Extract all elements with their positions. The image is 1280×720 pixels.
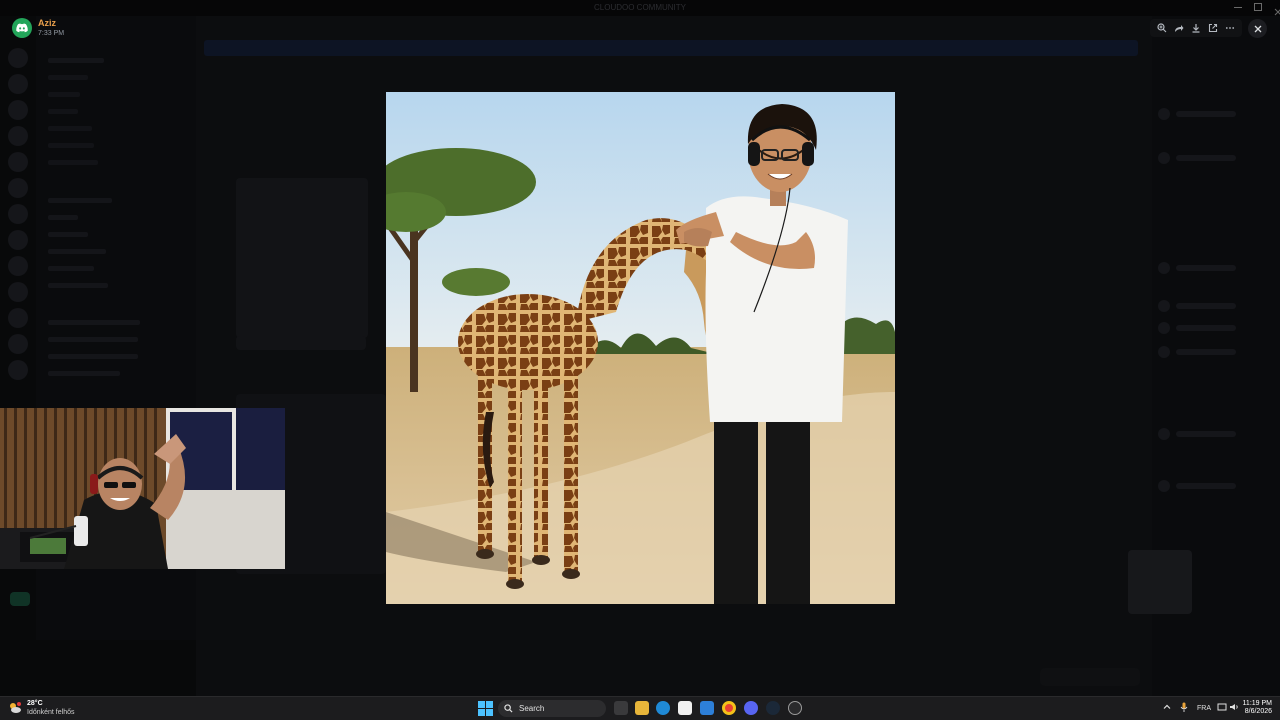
member-name (1176, 325, 1236, 331)
server-icon (8, 308, 28, 328)
server-icon (8, 100, 28, 120)
minimize-icon[interactable] (1234, 3, 1242, 8)
channel-item (48, 92, 80, 97)
channel-item (48, 283, 108, 288)
download-icon[interactable] (1189, 21, 1203, 35)
voice-status (10, 592, 30, 606)
acacia-trunk (410, 222, 418, 392)
channel-item (48, 320, 140, 325)
server-icon (8, 178, 28, 198)
window-controls (1234, 3, 1280, 16)
app-icon[interactable] (788, 701, 802, 715)
member-name (1176, 431, 1236, 437)
member-name (1176, 155, 1236, 161)
weather-temperature: 28°C (27, 700, 43, 707)
edge-icon[interactable] (656, 701, 670, 715)
member-avatar (1158, 428, 1170, 440)
server-icon (8, 334, 28, 354)
chevron-up-icon[interactable] (1163, 703, 1171, 713)
member-avatar (1158, 108, 1170, 120)
steam-icon[interactable] (766, 701, 780, 715)
microphone-icon[interactable] (1180, 702, 1188, 714)
channel-item (48, 58, 104, 63)
sender-name[interactable]: Aziz (38, 19, 64, 28)
activity-card (1128, 550, 1192, 614)
server-icon (8, 204, 28, 224)
weather-description: Időnként felhős (27, 709, 75, 716)
channel-item (48, 143, 94, 148)
channel-item (48, 75, 88, 80)
media-controls (236, 336, 366, 350)
member-avatar (1158, 346, 1170, 358)
file-explorer-icon[interactable] (635, 701, 649, 715)
channel-item (48, 337, 138, 342)
member-name (1176, 349, 1236, 355)
search-label: Search (519, 704, 545, 713)
server-icon (8, 152, 28, 172)
server-icon (8, 230, 28, 250)
sender-timestamp: 7:33 PM (38, 30, 65, 37)
share-icon[interactable] (1172, 21, 1186, 35)
screen: CLOUDOO COMMUNITY Aziz 7:33 PM 28°C Időn… (0, 0, 1280, 720)
member-avatar (1158, 322, 1170, 334)
server-icon (8, 126, 28, 146)
member-avatar (1158, 152, 1170, 164)
channel-item (48, 371, 120, 376)
language-indicator[interactable]: FRA (1197, 705, 1211, 712)
server-icon (8, 74, 28, 94)
windows-start-icon[interactable] (478, 701, 493, 716)
member-name (1176, 483, 1236, 489)
search-icon (504, 704, 513, 713)
image-viewer-toolbar (1150, 19, 1242, 37)
webcam-overlay (0, 408, 285, 569)
close-window-icon[interactable] (1274, 3, 1280, 16)
channel-item (48, 232, 88, 237)
viewed-image[interactable] (386, 92, 895, 604)
user-panel (0, 640, 196, 696)
zoom-in-icon[interactable] (1155, 21, 1169, 35)
member-avatar (1158, 300, 1170, 312)
channel-item (48, 266, 94, 271)
weather-cloud-icon (8, 701, 22, 715)
discord-icon[interactable] (744, 701, 758, 715)
discord-icon (12, 18, 32, 38)
member-name (1176, 303, 1236, 309)
network-icon[interactable] (1217, 702, 1227, 714)
notice-banner (204, 40, 1138, 56)
channel-item (48, 354, 138, 359)
chat-input-ghost (1040, 668, 1140, 686)
more-icon[interactable] (1223, 21, 1237, 35)
channel-item (48, 215, 78, 220)
task-view-icon[interactable] (614, 701, 628, 715)
server-icon (8, 282, 28, 302)
channel-item (48, 160, 98, 165)
channel-item (48, 109, 78, 114)
mail-icon[interactable] (700, 701, 714, 715)
member-name (1176, 265, 1236, 271)
maximize-icon[interactable] (1254, 3, 1262, 11)
channel-item (48, 249, 106, 254)
embedded-media (236, 178, 368, 338)
taskbar-search[interactable]: Search (498, 700, 606, 717)
server-icon (8, 360, 28, 380)
channel-item (48, 198, 112, 203)
window-title: CLOUDOO COMMUNITY (594, 3, 686, 12)
clock-date: 8/6/2026 (1244, 707, 1272, 715)
store-icon[interactable] (678, 701, 692, 715)
server-icon (8, 48, 28, 68)
close-viewer-button[interactable] (1248, 19, 1267, 38)
member-name (1176, 111, 1236, 117)
system-clock[interactable]: 11:19 PM 8/6/2026 (1238, 700, 1272, 715)
chrome-icon[interactable] (722, 701, 736, 715)
channel-item (48, 126, 92, 131)
server-icon (8, 256, 28, 276)
member-avatar (1158, 262, 1170, 274)
clock-time: 11:19 PM (1242, 700, 1272, 707)
weather-widget[interactable]: 28°C Időnként felhős (8, 700, 74, 716)
close-icon (1254, 25, 1261, 32)
member-avatar (1158, 480, 1170, 492)
taskbar: 28°C Időnként felhős Search FRA 11:19 PM… (0, 696, 1280, 720)
open-external-icon[interactable] (1206, 21, 1220, 35)
sender-info: Aziz 7:33 PM (12, 18, 64, 38)
